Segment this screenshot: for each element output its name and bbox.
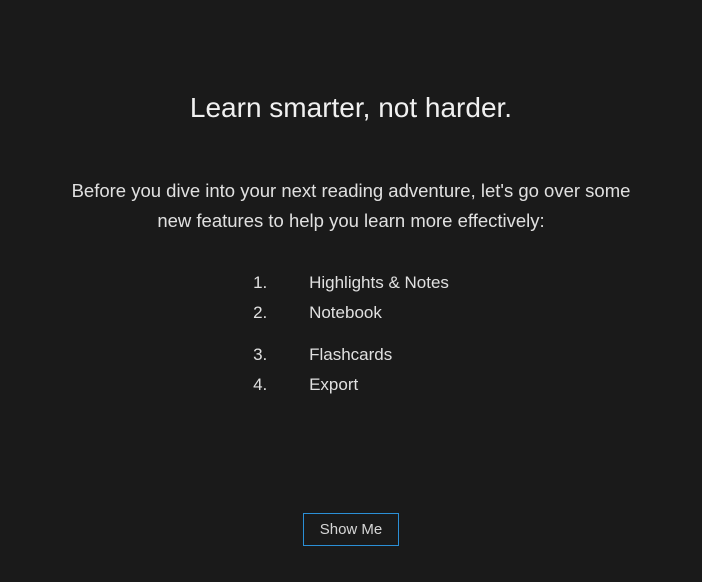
feature-label: Notebook bbox=[309, 303, 382, 323]
feature-number: 4. bbox=[253, 375, 309, 395]
feature-label: Export bbox=[309, 375, 358, 395]
onboarding-dialog: Learn smarter, not harder. Before you di… bbox=[0, 0, 702, 582]
feature-list: 1. Highlights & Notes 2. Notebook 3. Fla… bbox=[253, 273, 449, 405]
feature-label: Highlights & Notes bbox=[309, 273, 449, 293]
feature-item: 2. Notebook bbox=[253, 303, 382, 323]
feature-item: 1. Highlights & Notes bbox=[253, 273, 449, 293]
feature-number: 2. bbox=[253, 303, 309, 323]
show-me-button[interactable]: Show Me bbox=[303, 513, 400, 546]
dialog-title: Learn smarter, not harder. bbox=[190, 92, 512, 124]
dialog-description: Before you dive into your next reading a… bbox=[61, 176, 641, 235]
feature-item: 4. Export bbox=[253, 375, 358, 395]
feature-label: Flashcards bbox=[309, 345, 392, 365]
feature-number: 3. bbox=[253, 345, 309, 365]
feature-number: 1. bbox=[253, 273, 309, 293]
button-area: Show Me bbox=[0, 513, 702, 546]
feature-item: 3. Flashcards bbox=[253, 345, 392, 365]
